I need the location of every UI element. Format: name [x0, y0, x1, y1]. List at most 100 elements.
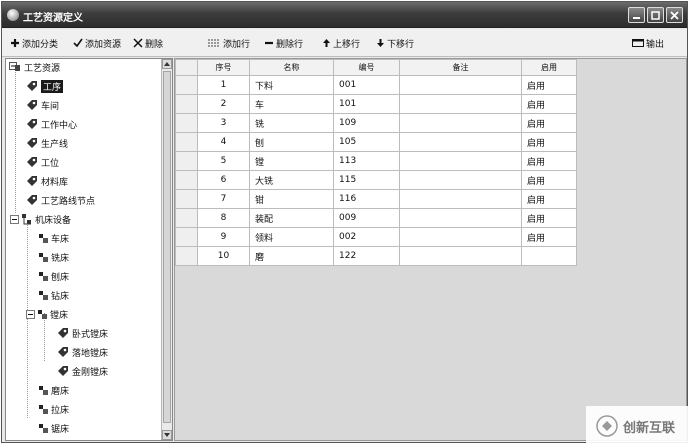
cell-code[interactable]: 105: [333, 132, 400, 152]
tree-item-process[interactable]: 工序: [26, 79, 64, 93]
tree-item-broaching-machine[interactable]: 拉床: [39, 402, 69, 416]
cell-code[interactable]: 001: [333, 75, 400, 95]
table-row[interactable]: 6 大铣 115 启用: [175, 170, 577, 190]
delete-button[interactable]: 删除: [133, 36, 163, 50]
minimize-button[interactable]: [628, 7, 645, 23]
add-resource-button[interactable]: 添加资源: [73, 36, 121, 50]
cell-no[interactable]: 3: [197, 113, 250, 133]
row-selector[interactable]: [175, 75, 198, 95]
tree-root[interactable]: 工艺资源: [9, 60, 60, 74]
add-category-button[interactable]: 添加分类: [10, 36, 58, 50]
cell-name[interactable]: 领料: [249, 227, 334, 247]
tree-item-boring-machine[interactable]: 镗床: [26, 307, 68, 321]
row-selector[interactable]: [175, 189, 198, 209]
table-row[interactable]: 9 领料 002 启用: [175, 227, 577, 247]
cell-code[interactable]: 101: [333, 94, 400, 114]
scroll-down-button[interactable]: [162, 430, 172, 440]
cell-remark[interactable]: [399, 94, 522, 114]
cell-name[interactable]: 钳: [249, 189, 334, 209]
cell-enabled[interactable]: 启用: [521, 75, 577, 95]
cell-remark[interactable]: [399, 151, 522, 171]
tree-scrollbar[interactable]: [161, 59, 172, 440]
row-selector[interactable]: [175, 246, 198, 266]
cell-enabled[interactable]: 启用: [521, 151, 577, 171]
table-row[interactable]: 10 磨 122: [175, 246, 577, 266]
tree-item-production-line[interactable]: 生产线: [26, 136, 68, 150]
cell-name[interactable]: 装配: [249, 208, 334, 228]
cell-no[interactable]: 9: [197, 227, 250, 247]
tree-item-work-center[interactable]: 工作中心: [26, 117, 77, 131]
cell-enabled[interactable]: 启用: [521, 189, 577, 209]
table-row[interactable]: 5 镗 113 启用: [175, 151, 577, 171]
cell-remark[interactable]: [399, 189, 522, 209]
scroll-up-button[interactable]: [162, 59, 172, 69]
row-selector[interactable]: [175, 132, 198, 152]
cell-enabled[interactable]: 启用: [521, 113, 577, 133]
cell-enabled[interactable]: 启用: [521, 132, 577, 152]
cell-no[interactable]: 8: [197, 208, 250, 228]
tree-item-milling-machine[interactable]: 铣床: [39, 250, 69, 264]
cell-no[interactable]: 7: [197, 189, 250, 209]
cell-no[interactable]: 5: [197, 151, 250, 171]
table-row[interactable]: 1 下料 001 启用: [175, 75, 577, 95]
tree-item-horizontal-boring[interactable]: 卧式镗床: [57, 326, 108, 340]
row-selector[interactable]: [175, 208, 198, 228]
tree-item-station[interactable]: 工位: [26, 155, 59, 169]
row-selector[interactable]: [175, 94, 198, 114]
cell-name[interactable]: 镗: [249, 151, 334, 171]
move-up-button[interactable]: 上移行: [322, 36, 360, 50]
column-header[interactable]: 启用: [521, 59, 577, 76]
cell-remark[interactable]: [399, 170, 522, 190]
table-row[interactable]: 3 铣 109 启用: [175, 113, 577, 133]
cell-no[interactable]: 2: [197, 94, 250, 114]
cell-code[interactable]: 109: [333, 113, 400, 133]
cell-no[interactable]: 4: [197, 132, 250, 152]
resource-table[interactable]: 序号 名称 编号 备注 启用 1 下料 001 启用 2 车 101 启用 3 …: [175, 59, 577, 266]
close-button[interactable]: [666, 7, 683, 23]
cell-code[interactable]: 116: [333, 189, 400, 209]
column-header[interactable]: 备注: [399, 59, 522, 76]
tree-item-route-node[interactable]: 工艺路线节点: [26, 193, 95, 207]
cell-name[interactable]: 大铣: [249, 170, 334, 190]
cell-enabled[interactable]: 启用: [521, 227, 577, 247]
delete-row-button[interactable]: 删除行: [264, 36, 303, 50]
cell-code[interactable]: 009: [333, 208, 400, 228]
tree-item-drilling-machine[interactable]: 钻床: [39, 288, 69, 302]
column-header[interactable]: 编号: [333, 59, 400, 76]
move-down-button[interactable]: 下移行: [376, 36, 414, 50]
cell-remark[interactable]: [399, 113, 522, 133]
cell-no[interactable]: 10: [197, 246, 250, 266]
tree-item-lathe[interactable]: 车床: [39, 231, 69, 245]
cell-remark[interactable]: [399, 246, 522, 266]
maximize-button[interactable]: [647, 7, 664, 23]
cell-remark[interactable]: [399, 208, 522, 228]
cell-code[interactable]: 115: [333, 170, 400, 190]
export-button[interactable]: 输出: [632, 36, 664, 50]
row-selector[interactable]: [175, 151, 198, 171]
resource-tree[interactable]: 工艺资源 工序 车间 工作中心 生产线 工位 材料库 工艺路线节点 机床设备 车…: [5, 58, 173, 441]
tree-item-material-store[interactable]: 材料库: [26, 174, 68, 188]
cell-name[interactable]: 刨: [249, 132, 334, 152]
table-row[interactable]: 8 装配 009 启用: [175, 208, 577, 228]
tree-item-machine-equipment[interactable]: 机床设备: [10, 212, 71, 226]
tree-item-workshop[interactable]: 车间: [26, 98, 59, 112]
cell-name[interactable]: 铣: [249, 113, 334, 133]
tree-item-diamond-boring[interactable]: 金刚镗床: [57, 364, 108, 378]
cell-remark[interactable]: [399, 227, 522, 247]
cell-remark[interactable]: [399, 132, 522, 152]
row-selector[interactable]: [175, 170, 198, 190]
table-row[interactable]: 2 车 101 启用: [175, 94, 577, 114]
cell-name[interactable]: 下料: [249, 75, 334, 95]
column-header[interactable]: 序号: [197, 59, 250, 76]
cell-name[interactable]: 磨: [249, 246, 334, 266]
table-row[interactable]: 4 刨 105 启用: [175, 132, 577, 152]
tree-item-planer[interactable]: 刨床: [39, 269, 69, 283]
add-row-button[interactable]: 添加行: [207, 36, 250, 50]
tree-item-floor-boring[interactable]: 落地镗床: [57, 345, 108, 359]
cell-enabled[interactable]: 启用: [521, 208, 577, 228]
cell-no[interactable]: 1: [197, 75, 250, 95]
tree-item-sawing-machine[interactable]: 锯床: [39, 421, 69, 435]
cell-enabled[interactable]: 启用: [521, 94, 577, 114]
row-selector[interactable]: [175, 227, 198, 247]
table-row[interactable]: 7 钳 116 启用: [175, 189, 577, 209]
